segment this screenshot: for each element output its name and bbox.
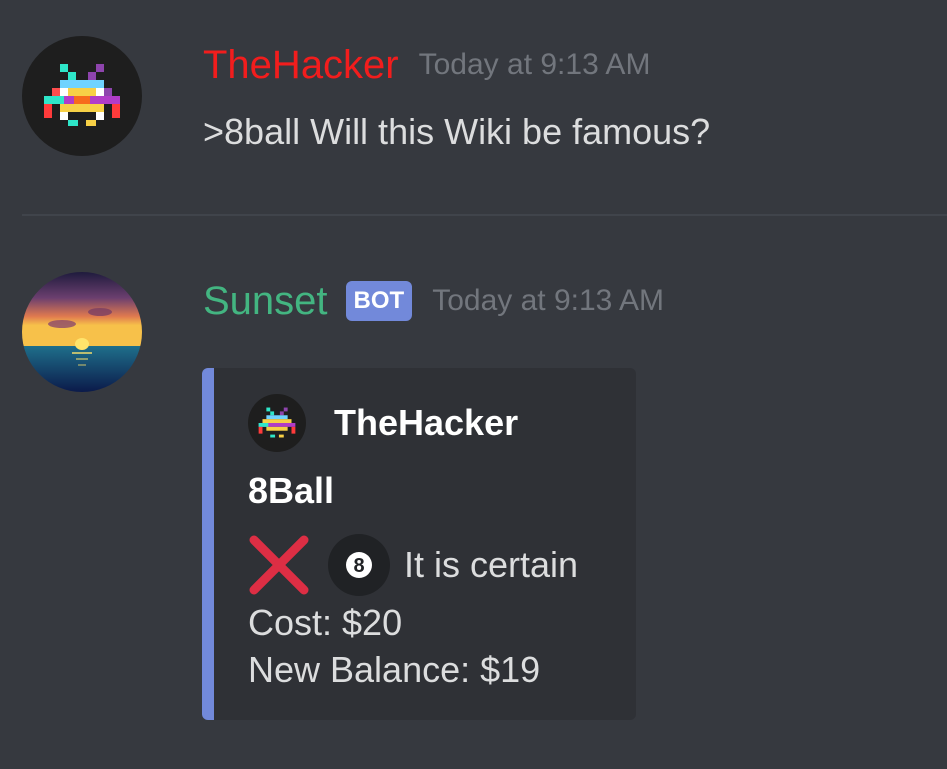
username[interactable]: TheHacker — [203, 42, 399, 88]
message-thehacker: TheHacker Today at 9:13 AM >8ball Will t… — [0, 0, 947, 214]
answer-text: It is certain — [404, 544, 579, 585]
chat-messages: TheHacker Today at 9:13 AM >8ball Will t… — [0, 0, 947, 769]
sunset-icon — [22, 272, 142, 392]
cost-line: Cost: $20 — [248, 602, 403, 643]
embed-author-avatar[interactable] — [248, 394, 306, 452]
space-invader-icon — [22, 36, 142, 156]
embed-title: 8Ball — [248, 470, 335, 511]
embed-answer: 8 It is certain — [248, 534, 578, 596]
eight-ball-icon: 8 — [328, 534, 390, 596]
timestamp: Today at 9:13 AM — [432, 284, 665, 317]
cross-mark-icon — [249, 535, 309, 595]
bot-avatar[interactable] — [22, 272, 142, 392]
username[interactable]: Sunset — [203, 278, 328, 324]
timestamp: Today at 9:13 AM — [418, 48, 651, 81]
balance-line: New Balance: $19 — [248, 649, 541, 690]
embed-author: TheHacker — [248, 394, 518, 452]
bot-badge: BOT — [345, 281, 413, 321]
message-content: >8ball Will this Wiki be famous? — [203, 111, 711, 152]
embed-author-name[interactable]: TheHacker — [334, 402, 518, 444]
space-invader-icon — [248, 394, 306, 452]
user-avatar[interactable] — [22, 36, 142, 156]
rich-embed: TheHacker 8Ball 8 It is certain Cost: $2… — [202, 368, 636, 720]
svg-text:8: 8 — [353, 555, 364, 577]
